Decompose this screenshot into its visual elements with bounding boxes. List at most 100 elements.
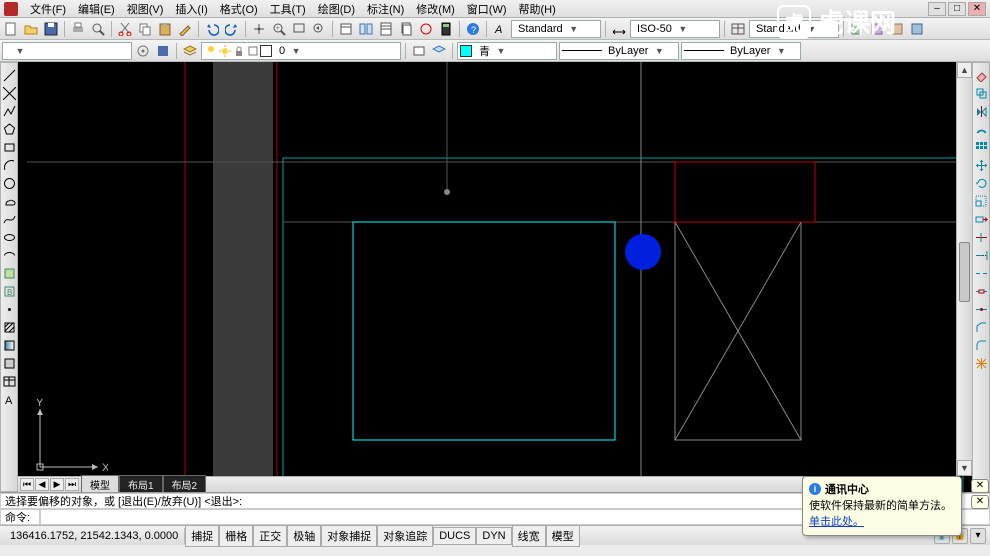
polyline-icon[interactable] xyxy=(1,103,17,119)
text-style-combo[interactable]: Standard▼ xyxy=(511,20,601,38)
sheetset-icon[interactable] xyxy=(397,20,415,38)
polar-toggle[interactable]: 极轴 xyxy=(287,525,321,547)
extend-icon[interactable] xyxy=(973,247,989,263)
tab-layout2[interactable]: 布局2 xyxy=(163,475,207,492)
grid-toggle[interactable]: 栅格 xyxy=(219,525,253,547)
polygon-icon[interactable] xyxy=(1,121,17,137)
table-style-icon[interactable] xyxy=(729,20,747,38)
minimize-button[interactable]: – xyxy=(928,2,946,16)
toolpalettes-icon[interactable] xyxy=(377,20,395,38)
new-icon[interactable] xyxy=(2,20,20,38)
popup-link[interactable]: 单击此处。 xyxy=(809,516,864,528)
dim-style-combo[interactable]: ISO-50▼ xyxy=(630,20,720,38)
menu-draw[interactable]: 绘图(D) xyxy=(312,0,361,19)
workspace-settings-icon[interactable] xyxy=(134,42,152,60)
menu-dimension[interactable]: 标注(N) xyxy=(361,0,410,19)
help-icon[interactable]: ? xyxy=(464,20,482,38)
scroll-up-button[interactable]: ▲ xyxy=(957,62,972,78)
rotate-icon[interactable] xyxy=(973,175,989,191)
ellipse-arc-icon[interactable] xyxy=(1,247,17,263)
markup-icon[interactable] xyxy=(417,20,435,38)
designcenter-icon[interactable] xyxy=(357,20,375,38)
color-combo[interactable]: 青▼ xyxy=(457,42,557,60)
coords-display[interactable]: 136416.1752, 21542.1343, 0.0000 xyxy=(4,528,185,544)
menu-window[interactable]: 窗口(W) xyxy=(461,0,513,19)
layer-prev-icon[interactable] xyxy=(430,42,448,60)
extra-icon-3[interactable] xyxy=(888,20,906,38)
tray-settings-icon[interactable]: ▾ xyxy=(970,528,986,544)
ducs-toggle[interactable]: DUCS xyxy=(433,527,476,545)
menu-edit[interactable]: 编辑(E) xyxy=(72,0,121,19)
extra-icon-2[interactable] xyxy=(868,20,886,38)
ellipse-icon[interactable] xyxy=(1,229,17,245)
layer-states-icon[interactable] xyxy=(410,42,428,60)
lwt-toggle[interactable]: 线宽 xyxy=(512,525,546,547)
osnap-toggle[interactable]: 对象捕捉 xyxy=(321,525,377,547)
open-icon[interactable] xyxy=(22,20,40,38)
insert-block-icon[interactable] xyxy=(1,265,17,281)
zoom-realtime-icon[interactable]: + xyxy=(270,20,288,38)
menu-view[interactable]: 视图(V) xyxy=(121,0,170,19)
calc-icon[interactable] xyxy=(437,20,455,38)
ortho-toggle[interactable]: 正交 xyxy=(253,525,287,547)
circle-icon[interactable] xyxy=(1,175,17,191)
offset-icon[interactable] xyxy=(973,121,989,137)
popup-close-2[interactable]: ✕ xyxy=(971,495,989,509)
preview-icon[interactable] xyxy=(89,20,107,38)
model-toggle[interactable]: 模型 xyxy=(546,525,580,547)
arc-icon[interactable] xyxy=(1,157,17,173)
table-icon[interactable] xyxy=(1,373,17,389)
menu-help[interactable]: 帮助(H) xyxy=(513,0,562,19)
menu-format[interactable]: 格式(O) xyxy=(214,0,264,19)
copy-icon[interactable] xyxy=(136,20,154,38)
explode-icon[interactable] xyxy=(973,355,989,371)
rectangle-icon[interactable] xyxy=(1,139,17,155)
region-icon[interactable] xyxy=(1,355,17,371)
make-block-icon[interactable]: B xyxy=(1,283,17,299)
break-point-icon[interactable] xyxy=(973,265,989,281)
workspace-save-icon[interactable] xyxy=(154,42,172,60)
hatch-icon[interactable] xyxy=(1,319,17,335)
mirror-icon[interactable] xyxy=(973,103,989,119)
tab-next-button[interactable]: ▶ xyxy=(50,478,64,491)
dim-style-icon[interactable] xyxy=(610,20,628,38)
maximize-button[interactable]: □ xyxy=(948,2,966,16)
tab-model[interactable]: 模型 xyxy=(81,475,119,492)
paste-icon[interactable] xyxy=(156,20,174,38)
lineweight-combo[interactable]: ByLayer▼ xyxy=(681,42,801,60)
workspace-combo[interactable]: ▼ xyxy=(2,42,132,60)
menu-modify[interactable]: 修改(M) xyxy=(410,0,461,19)
drawing-canvas[interactable]: X Y ▲ ▼ ⏮ ◀ ▶ ⏭ 模型 布局1 布局2 xyxy=(18,62,972,492)
fillet-icon[interactable] xyxy=(973,337,989,353)
menu-tools[interactable]: 工具(T) xyxy=(264,0,312,19)
vertical-scrollbar[interactable]: ▲ ▼ xyxy=(956,62,972,476)
spline-icon[interactable] xyxy=(1,211,17,227)
chamfer-icon[interactable] xyxy=(973,319,989,335)
tab-first-button[interactable]: ⏮ xyxy=(20,478,34,491)
trim-icon[interactable] xyxy=(973,229,989,245)
stretch-icon[interactable] xyxy=(973,211,989,227)
mtext-icon[interactable]: A xyxy=(1,391,17,407)
line-icon[interactable] xyxy=(1,67,17,83)
layer-combo[interactable]: 0▼ xyxy=(201,42,401,60)
popup-close-1[interactable]: ✕ xyxy=(971,479,989,493)
print-icon[interactable] xyxy=(69,20,87,38)
join-icon[interactable] xyxy=(973,301,989,317)
match-icon[interactable] xyxy=(176,20,194,38)
scroll-down-button[interactable]: ▼ xyxy=(957,460,972,476)
revcloud-icon[interactable] xyxy=(1,193,17,209)
tab-layout1[interactable]: 布局1 xyxy=(119,475,163,492)
save-icon[interactable] xyxy=(42,20,60,38)
tab-last-button[interactable]: ⏭ xyxy=(65,478,79,491)
extra-icon-4[interactable] xyxy=(908,20,926,38)
pan-icon[interactable] xyxy=(250,20,268,38)
linetype-combo[interactable]: ByLayer▼ xyxy=(559,42,679,60)
array-icon[interactable] xyxy=(973,139,989,155)
otrack-toggle[interactable]: 对象追踪 xyxy=(377,525,433,547)
scale-icon[interactable] xyxy=(973,193,989,209)
dyn-toggle[interactable]: DYN xyxy=(476,527,511,545)
break-icon[interactable] xyxy=(973,283,989,299)
menu-file[interactable]: 文件(F) xyxy=(24,0,72,19)
extra-icon-1[interactable] xyxy=(848,20,866,38)
xline-icon[interactable] xyxy=(1,85,17,101)
